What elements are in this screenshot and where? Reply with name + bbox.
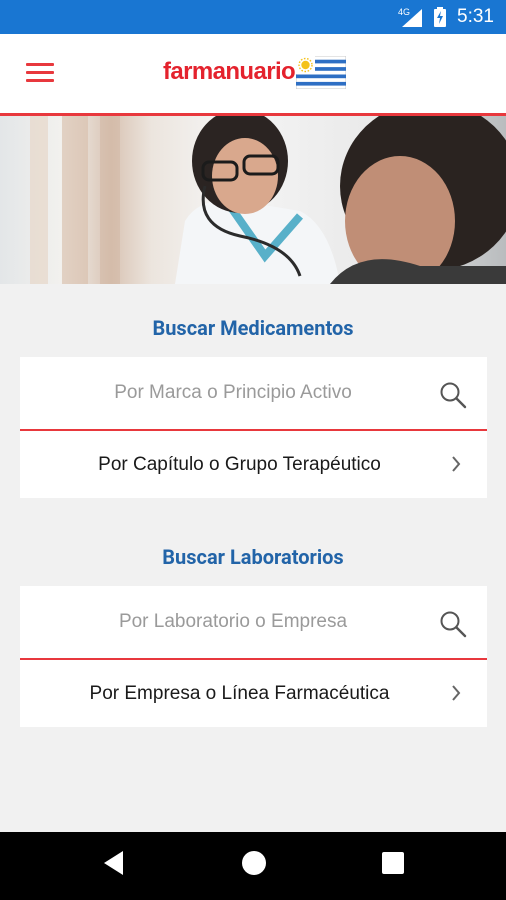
search-icon[interactable] bbox=[439, 610, 467, 638]
medicamentos-search-input[interactable] bbox=[20, 357, 440, 429]
chevron-right-icon bbox=[452, 685, 461, 701]
medicamentos-capitulo-link[interactable]: Por Capítulo o Grupo Terapéutico bbox=[20, 431, 487, 498]
home-icon[interactable] bbox=[241, 850, 267, 876]
laboratorios-search-row bbox=[20, 586, 487, 660]
brand-logo: farmanuario bbox=[163, 58, 296, 85]
laboratorios-title: Buscar Laboratorios bbox=[162, 545, 344, 569]
menu-icon[interactable] bbox=[26, 63, 54, 85]
chevron-right-icon bbox=[452, 456, 461, 472]
battery-icon bbox=[434, 7, 446, 27]
uruguay-flag-icon bbox=[296, 56, 346, 89]
navigation-bar bbox=[0, 832, 506, 900]
clock: 5:31 bbox=[457, 6, 494, 27]
status-bar: 4G 5:31 bbox=[0, 0, 506, 34]
medicamentos-search-row bbox=[20, 357, 487, 431]
recents-icon[interactable] bbox=[382, 852, 404, 874]
medicamentos-card: Por Capítulo o Grupo Terapéutico bbox=[20, 357, 487, 498]
laboratorios-search-input[interactable] bbox=[20, 586, 440, 658]
medicamentos-title: Buscar Medicamentos bbox=[152, 316, 354, 340]
hero-image bbox=[0, 116, 506, 284]
signal-icon: 4G bbox=[398, 7, 422, 27]
svg-text:4G: 4G bbox=[398, 7, 410, 17]
app-bar: farmanuario bbox=[0, 34, 506, 116]
search-icon[interactable] bbox=[439, 381, 467, 409]
laboratorios-link-label: Por Empresa o Línea Farmacéutica bbox=[89, 682, 390, 704]
back-icon[interactable] bbox=[103, 850, 125, 876]
laboratorios-card: Por Empresa o Línea Farmacéutica bbox=[20, 586, 487, 727]
laboratorios-empresa-link[interactable]: Por Empresa o Línea Farmacéutica bbox=[20, 660, 487, 727]
medicamentos-link-label: Por Capítulo o Grupo Terapéutico bbox=[98, 453, 381, 475]
